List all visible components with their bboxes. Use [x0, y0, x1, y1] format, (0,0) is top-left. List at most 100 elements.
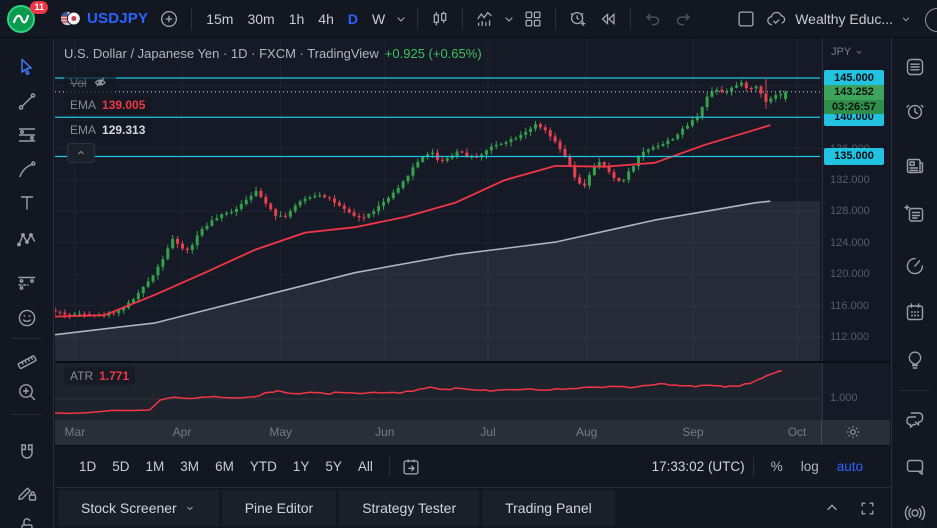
atr-plot[interactable]: [55, 363, 821, 420]
cursor-icon[interactable]: [9, 51, 45, 85]
fullscreen-icon[interactable]: [859, 500, 876, 517]
interval-4h[interactable]: 4h: [311, 4, 341, 34]
notification-badge: 11: [30, 1, 48, 14]
interval-30m[interactable]: 30m: [240, 4, 281, 34]
collapse-legend-button[interactable]: [67, 143, 95, 163]
range-all[interactable]: All: [350, 459, 381, 474]
range-3m[interactable]: 3M: [172, 459, 207, 474]
tab-label: Strategy Tester: [362, 500, 456, 516]
percent-scale-button[interactable]: %: [762, 459, 792, 474]
price-tick: 112.000: [830, 331, 869, 343]
range-1y[interactable]: 1Y: [285, 459, 318, 474]
projection-icon[interactable]: [9, 265, 45, 299]
range-1d[interactable]: 1D: [71, 459, 104, 474]
price-axis-currency[interactable]: JPY: [831, 46, 864, 58]
price-tick: 116.000: [830, 300, 869, 312]
indicators-chevron-icon[interactable]: [500, 4, 518, 34]
month-label-jul: Jul: [480, 425, 495, 439]
layout-name: Wealthy Educ...: [795, 11, 893, 27]
ema-slow-value: 129.313: [102, 123, 145, 137]
tab-label: Trading Panel: [505, 500, 592, 516]
zoom-in-icon[interactable]: [9, 375, 45, 409]
watchlist-icon[interactable]: [897, 49, 933, 85]
lock-open-icon[interactable]: [9, 509, 45, 528]
layout-grid-icon[interactable]: [518, 4, 548, 34]
go-to-date-icon[interactable]: [398, 454, 424, 480]
ruler-icon[interactable]: [9, 345, 45, 379]
notifications-icon[interactable]: [897, 494, 933, 528]
price-axis[interactable]: JPY 136.000132.000128.000124.000120.0001…: [822, 38, 890, 361]
eye-slash-icon[interactable]: [93, 74, 110, 91]
private-chat-icon[interactable]: [897, 449, 933, 485]
range-5d[interactable]: 5D: [104, 459, 137, 474]
compare-add-icon[interactable]: [154, 4, 184, 34]
chart-style-icon[interactable]: [425, 4, 455, 34]
price-change: +0.925 (+0.65%): [385, 46, 482, 61]
xabcd-pattern-icon[interactable]: [9, 223, 45, 257]
tab-label: Pine Editor: [245, 500, 313, 516]
server-clock[interactable]: 17:33:02 (UTC): [652, 459, 745, 474]
tab-pine-editor[interactable]: Pine Editor: [222, 490, 336, 526]
axis-settings-gear-icon[interactable]: [843, 422, 865, 444]
ideas-icon[interactable]: [897, 342, 933, 378]
brush-icon[interactable]: [9, 153, 45, 187]
range-6m[interactable]: 6M: [207, 459, 242, 474]
indicators-icon[interactable]: [470, 4, 500, 34]
interval-chevron-icon[interactable]: [392, 4, 410, 34]
atr-axis[interactable]: 1.000: [822, 363, 890, 420]
log-scale-button[interactable]: log: [792, 459, 828, 474]
interval-1h[interactable]: 1h: [282, 4, 312, 34]
ema-slow-legend-row[interactable]: EMA 129.313: [64, 121, 151, 139]
chart-layout: U.S. Dollar / Japanese Yen · 1D · FXCM ·…: [55, 38, 890, 528]
ema-fast-label: EMA: [70, 98, 96, 112]
atr-axis-tick: 1.000: [830, 392, 858, 404]
bar-replay-icon[interactable]: [593, 4, 623, 34]
interval-15m[interactable]: 15m: [199, 4, 240, 34]
account-avatar[interactable]: [923, 4, 937, 34]
last-price-value: 143.252: [824, 85, 884, 100]
price-tick: 128.000: [830, 205, 870, 217]
range-5y[interactable]: 5Y: [317, 459, 350, 474]
fib-retracement-icon[interactable]: [9, 118, 45, 152]
interval-d[interactable]: D: [341, 4, 365, 34]
month-label-aug: Aug: [576, 425, 597, 439]
currency-chevron-icon: [854, 47, 864, 57]
emoji-icon[interactable]: [9, 301, 45, 335]
month-label-apr: Apr: [173, 425, 192, 439]
month-label-may: May: [269, 425, 292, 439]
range-1m[interactable]: 1M: [138, 459, 173, 474]
save-layout-square-icon[interactable]: [731, 4, 761, 34]
time-axis[interactable]: MarAprMayJunJulAugSepOct: [55, 420, 890, 445]
alert-plus-icon[interactable]: [563, 4, 593, 34]
calendar-icon[interactable]: [897, 294, 933, 330]
text-icon[interactable]: [9, 186, 45, 220]
cloud-save-button[interactable]: Wealthy Educ...: [761, 8, 917, 30]
data-window-icon[interactable]: [897, 196, 933, 232]
magnet-icon[interactable]: [9, 436, 45, 470]
volume-legend-row[interactable]: Vol: [64, 72, 116, 93]
drawing-lock-icon[interactable]: [9, 475, 45, 509]
level-price-label: 135.000: [824, 148, 884, 165]
trend-line-icon[interactable]: [9, 85, 45, 119]
alerts-icon[interactable]: [897, 93, 933, 129]
range-ytd[interactable]: YTD: [242, 459, 285, 474]
public-chat-icon[interactable]: [897, 402, 933, 438]
tab-stock-screener[interactable]: Stock Screener: [58, 490, 219, 526]
candlestick-plot[interactable]: [55, 38, 821, 361]
ema-fast-legend-row[interactable]: EMA 139.005: [64, 96, 151, 114]
hotlists-icon[interactable]: [897, 248, 933, 284]
main-chart-pane[interactable]: U.S. Dollar / Japanese Yen · 1D · FXCM ·…: [55, 38, 890, 361]
redo-icon[interactable]: [668, 4, 698, 34]
symbol-button[interactable]: USDJPY: [54, 4, 154, 34]
atr-legend-row[interactable]: ATR 1.771: [64, 367, 135, 385]
tab-trading-panel[interactable]: Trading Panel: [482, 490, 615, 526]
app-logo[interactable]: 11: [6, 4, 40, 34]
news-icon[interactable]: [897, 148, 933, 184]
chart-title-row[interactable]: U.S. Dollar / Japanese Yen · 1D · FXCM ·…: [64, 46, 482, 61]
auto-scale-button[interactable]: auto: [828, 459, 872, 474]
interval-w[interactable]: W: [365, 4, 392, 34]
tab-strategy-tester[interactable]: Strategy Tester: [339, 490, 479, 526]
panel-expand-chevron-icon[interactable]: [823, 499, 841, 517]
undo-icon[interactable]: [638, 4, 668, 34]
atr-pane[interactable]: ATR 1.771 1.000: [55, 363, 890, 420]
